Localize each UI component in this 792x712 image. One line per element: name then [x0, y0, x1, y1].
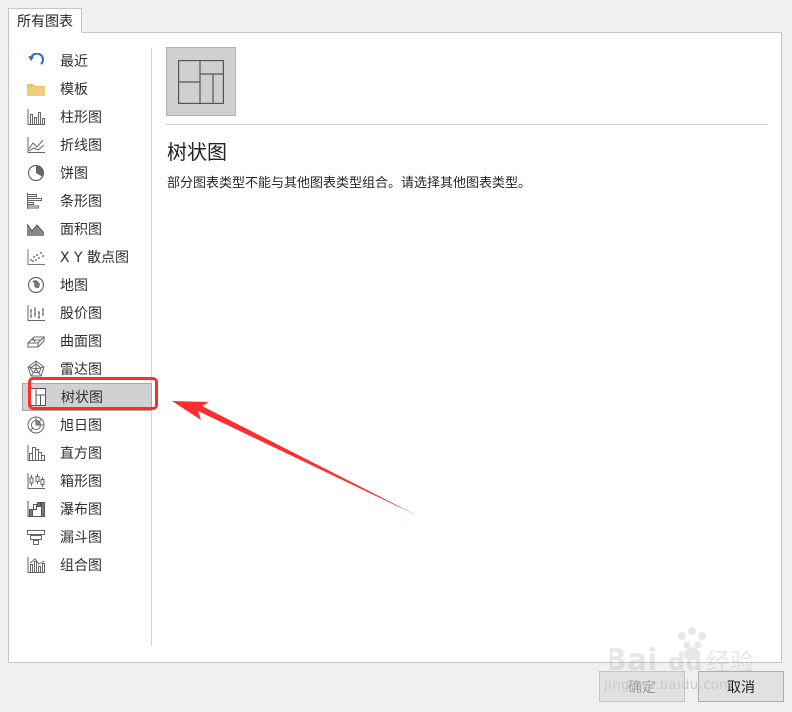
tab-all-charts[interactable]: 所有图表 [8, 8, 82, 33]
combo-chart-icon [26, 555, 46, 575]
box-whisker-chart-icon [26, 471, 46, 491]
sidebar-item-bar[interactable]: 条形图 [22, 187, 152, 215]
sidebar-item-label: 面积图 [60, 222, 102, 238]
sidebar-item-funnel[interactable]: 漏斗图 [22, 523, 152, 551]
area-chart-icon [26, 219, 46, 239]
bar-chart-icon [26, 191, 46, 211]
sidebar-item-label: 地图 [60, 278, 88, 294]
sidebar-item-label: 直方图 [60, 446, 102, 462]
sidebar-item-pie[interactable]: 饼图 [22, 159, 152, 187]
chart-type-title: 树状图 [167, 140, 227, 164]
sidebar-item-label: 箱形图 [60, 474, 102, 490]
sidebar-item-area[interactable]: 面积图 [22, 215, 152, 243]
sidebar-item-sunburst[interactable]: 旭日图 [22, 411, 152, 439]
preview-separator [166, 124, 768, 125]
sidebar-item-label: 条形图 [60, 194, 102, 210]
sidebar-item-label: X Y 散点图 [60, 250, 130, 266]
sidebar-item-label: 最近 [60, 54, 88, 70]
annotation-highlight-box [28, 377, 158, 410]
chart-type-description: 部分图表类型不能与其他图表类型组合。请选择其他图表类型。 [167, 176, 532, 191]
surface-chart-icon [26, 331, 46, 351]
sidebar-item-surface[interactable]: 曲面图 [22, 327, 152, 355]
sidebar-item-label: 模板 [60, 82, 88, 98]
watermark-url: jingyan.baidu.com [604, 678, 733, 693]
sidebar-item-map[interactable]: 地图 [22, 271, 152, 299]
sidebar-item-xy-scatter[interactable]: X Y 散点图 [22, 243, 152, 271]
map-chart-icon [26, 275, 46, 295]
sidebar-item-line[interactable]: 折线图 [22, 131, 152, 159]
sidebar-item-label: 组合图 [60, 558, 102, 574]
folder-icon [26, 79, 46, 99]
sidebar-item-label: 曲面图 [60, 334, 102, 350]
histogram-chart-icon [26, 443, 46, 463]
sidebar-item-waterfall[interactable]: 瀑布图 [22, 495, 152, 523]
line-chart-icon [26, 135, 46, 155]
treemap-preview-icon [178, 59, 224, 104]
sidebar-item-histogram[interactable]: 直方图 [22, 439, 152, 467]
sidebar-item-stock[interactable]: 股价图 [22, 299, 152, 327]
sidebar-item-templates[interactable]: 模板 [22, 75, 152, 103]
recent-icon [26, 51, 46, 71]
sidebar-item-label: 雷达图 [60, 362, 102, 378]
column-chart-icon [26, 107, 46, 127]
sunburst-chart-icon [26, 415, 46, 435]
sidebar-item-label: 旭日图 [60, 418, 102, 434]
waterfall-chart-icon [26, 499, 46, 519]
sidebar-item-label: 折线图 [60, 138, 102, 154]
sidebar-item-label: 瀑布图 [60, 502, 102, 518]
sidebar-item-column[interactable]: 柱形图 [22, 103, 152, 131]
sidebar-item-box-whisker[interactable]: 箱形图 [22, 467, 152, 495]
sidebar-item-label: 柱形图 [60, 110, 102, 126]
sidebar-item-recent[interactable]: 最近 [22, 47, 152, 75]
sidebar-item-label: 股价图 [60, 306, 102, 322]
sidebar-item-label: 饼图 [60, 166, 88, 182]
pie-chart-icon [26, 163, 46, 183]
funnel-chart-icon [26, 527, 46, 547]
sidebar-item-label: 漏斗图 [60, 530, 102, 546]
stock-chart-icon [26, 303, 46, 323]
radar-chart-icon [26, 359, 46, 379]
scatter-chart-icon [26, 247, 46, 267]
chart-preview-thumbnail[interactable] [166, 47, 236, 116]
sidebar-item-combo[interactable]: 组合图 [22, 551, 152, 579]
